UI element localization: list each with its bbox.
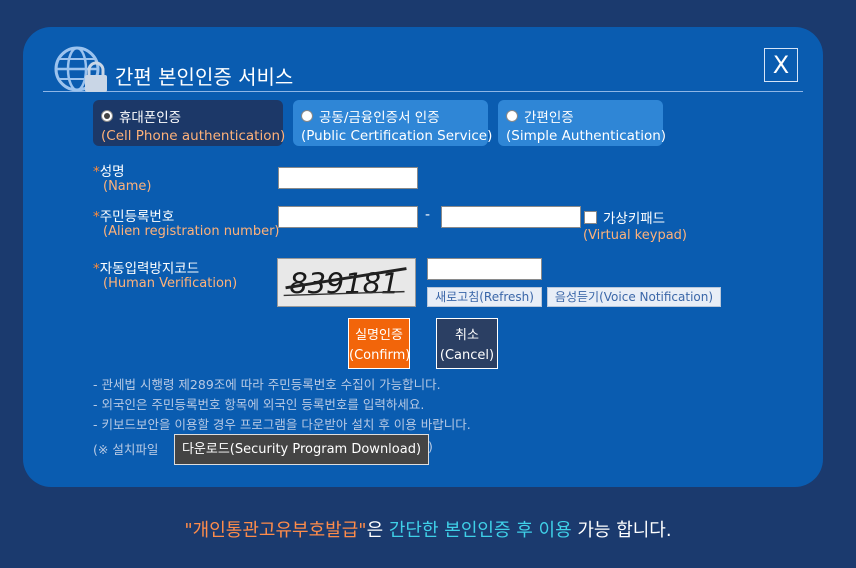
tab-sub: (Cell Phone authentication) xyxy=(101,128,286,144)
tab-label: 간편인증 xyxy=(524,110,574,126)
captcha-sub: (Human Verification) xyxy=(103,276,238,291)
footer-quoted: "개인통관고유부호발급" xyxy=(184,520,367,541)
footer-message: "개인통관고유부호발급"은 간단한 본인인증 후 이용 가능 합니다. xyxy=(0,516,856,542)
footer-text: 은 xyxy=(366,520,389,541)
keypad-sub: (Virtual keypad) xyxy=(583,228,687,243)
cancel-sub: (Cancel) xyxy=(439,348,495,363)
reg-label: *주민등록번호 xyxy=(93,209,175,225)
confirm-button[interactable]: 실명인증 (Confirm) xyxy=(348,318,410,369)
tab-simple[interactable]: 간편인증 (Simple Authentication) xyxy=(498,100,667,146)
confirm-sub: (Confirm) xyxy=(349,348,411,363)
tab-label: 휴대폰인증 xyxy=(119,110,182,126)
tab-label: 공동/금융인증서 인증 xyxy=(319,110,440,126)
notes: - 관세법 시행령 제289조에 따라 주민등록번호 수집이 가능합니다. - … xyxy=(93,375,471,435)
install-note-suffix: ) xyxy=(428,439,433,454)
close-button[interactable]: X xyxy=(764,48,798,82)
tab-public-cert[interactable]: 공동/금융인증서 인증 (Public Certification Servic… xyxy=(293,100,493,146)
install-note-prefix: (※ 설치파일 xyxy=(93,442,159,457)
tab-sub: (Simple Authentication) xyxy=(506,128,667,144)
voice-button[interactable]: 음성듣기(Voice Notification) xyxy=(547,287,721,307)
reg-number-first-input[interactable] xyxy=(278,206,418,228)
captcha-label: *자동입력방지코드 xyxy=(93,261,200,277)
captcha-input[interactable] xyxy=(427,258,542,280)
keypad-label: 가상키패드 xyxy=(603,211,666,227)
note-item: - 관세법 시행령 제289조에 따라 주민등록번호 수집이 가능합니다. xyxy=(93,377,441,392)
auth-modal: 간편 본인인증 서비스 X 휴대폰인증 (Cell Phone authenti… xyxy=(23,27,823,487)
radio-cell-phone[interactable] xyxy=(101,110,113,122)
footer-text-end: 가능 합니다. xyxy=(571,520,672,541)
cancel-button[interactable]: 취소 (Cancel) xyxy=(436,318,498,369)
name-label: *성명 xyxy=(93,164,125,180)
note-item: - 외국인은 주민등록번호 항목에 외국인 등록번호를 입력하세요. xyxy=(93,397,425,412)
reg-sub: (Alien registration number) xyxy=(103,224,280,239)
modal-header: 간편 본인인증 서비스 xyxy=(43,43,803,92)
tab-sub: (Public Certification Service) xyxy=(301,128,493,144)
reg-number-second-input[interactable] xyxy=(441,206,581,228)
radio-simple[interactable] xyxy=(506,110,518,122)
globe-lock-icon xyxy=(54,46,107,92)
reg-dash: - xyxy=(425,207,431,223)
confirm-label: 실명인증 xyxy=(355,328,403,343)
download-button[interactable]: 다운로드(Security Program Download) xyxy=(174,434,429,465)
note-item: - 키보드보안을 이용할 경우 프로그램을 다운받아 설치 후 이용 바랍니다. xyxy=(93,417,471,432)
radio-public-cert[interactable] xyxy=(301,110,313,122)
refresh-button[interactable]: 새로고침(Refresh) xyxy=(427,287,542,307)
tab-cell-phone[interactable]: 휴대폰인증 (Cell Phone authentication) xyxy=(93,100,286,146)
name-input[interactable] xyxy=(278,167,418,189)
name-sub: (Name) xyxy=(103,179,152,194)
captcha-image: 839181 xyxy=(277,258,416,307)
modal-title: 간편 본인인증 서비스 xyxy=(115,65,294,89)
footer-highlight: 간단한 본인인증 후 이용 xyxy=(388,520,572,541)
cancel-label: 취소 xyxy=(455,328,479,343)
virtual-keypad-checkbox[interactable] xyxy=(584,211,597,224)
